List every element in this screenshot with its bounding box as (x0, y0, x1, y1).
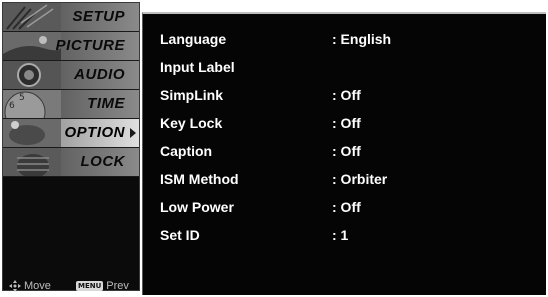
row-key-lock[interactable]: Key Lock : Off (160, 111, 540, 137)
row-label: Language (160, 31, 227, 47)
move-label: Move (24, 280, 51, 292)
option-icon (3, 119, 61, 147)
sidebar-item-label: PICTURE (55, 37, 125, 54)
row-label: Input Label (160, 59, 235, 75)
row-low-power[interactable]: Low Power : Off (160, 195, 540, 221)
row-value: : 1 (332, 227, 349, 243)
sidebar-menu: SETUP PICTURE AUDIO 6 5 TIME OPTION LOCK… (2, 2, 140, 292)
row-label: Low Power (160, 199, 234, 215)
sidebar-item-picture[interactable]: PICTURE (3, 32, 139, 61)
row-value: : Off (332, 87, 361, 103)
sidebar-item-lock[interactable]: LOCK (3, 148, 139, 177)
row-caption[interactable]: Caption : Off (160, 139, 540, 165)
row-label: Key Lock (160, 115, 223, 131)
sidebar-item-label: OPTION (64, 124, 125, 141)
tv-osd-frame: SETUP PICTURE AUDIO 6 5 TIME OPTION LOCK… (0, 0, 548, 297)
row-value: : Off (332, 115, 361, 131)
row-value: : Orbiter (332, 171, 388, 187)
svg-text:6: 6 (9, 101, 15, 111)
row-value: : English (332, 31, 392, 47)
chevron-right-icon (130, 128, 136, 138)
prev-hint: MENU Prev (76, 280, 129, 292)
speaker-icon (3, 61, 61, 89)
svg-text:5: 5 (19, 93, 25, 103)
sidebar-item-time[interactable]: 6 5 TIME (3, 90, 139, 119)
sidebar-item-option[interactable]: OPTION (3, 119, 139, 148)
row-set-id[interactable]: Set ID : 1 (160, 223, 540, 249)
antenna-icon (3, 3, 61, 31)
sidebar-item-setup[interactable]: SETUP (3, 3, 139, 32)
row-label: ISM Method (160, 171, 239, 187)
move-hint: Move (9, 280, 51, 292)
move-icon (9, 280, 21, 292)
sidebar-item-label: LOCK (80, 153, 125, 170)
row-value: : Off (332, 143, 361, 159)
picture-icon (3, 32, 61, 60)
row-simplink[interactable]: SimpLink : Off (160, 83, 540, 109)
row-language[interactable]: Language : English (160, 27, 540, 53)
menu-key-icon: MENU (76, 281, 104, 291)
row-label: SimpLink (160, 87, 224, 103)
row-value: : Off (332, 199, 361, 215)
row-label: Caption (160, 143, 213, 159)
sidebar-item-audio[interactable]: AUDIO (3, 61, 139, 90)
prev-label: Prev (106, 280, 129, 292)
sidebar-item-label: AUDIO (74, 66, 125, 83)
row-label: Set ID (160, 227, 200, 243)
sidebar-item-label: SETUP (72, 8, 125, 25)
padlock-icon (3, 148, 61, 176)
sidebar-item-label: TIME (87, 95, 125, 112)
row-ism-method[interactable]: ISM Method : Orbiter (160, 167, 540, 193)
option-settings-panel: Language : English Input Label SimpLink … (142, 12, 546, 295)
top-margin (142, 0, 548, 12)
clock-icon: 6 5 (3, 90, 61, 118)
row-input-label[interactable]: Input Label (160, 55, 540, 81)
